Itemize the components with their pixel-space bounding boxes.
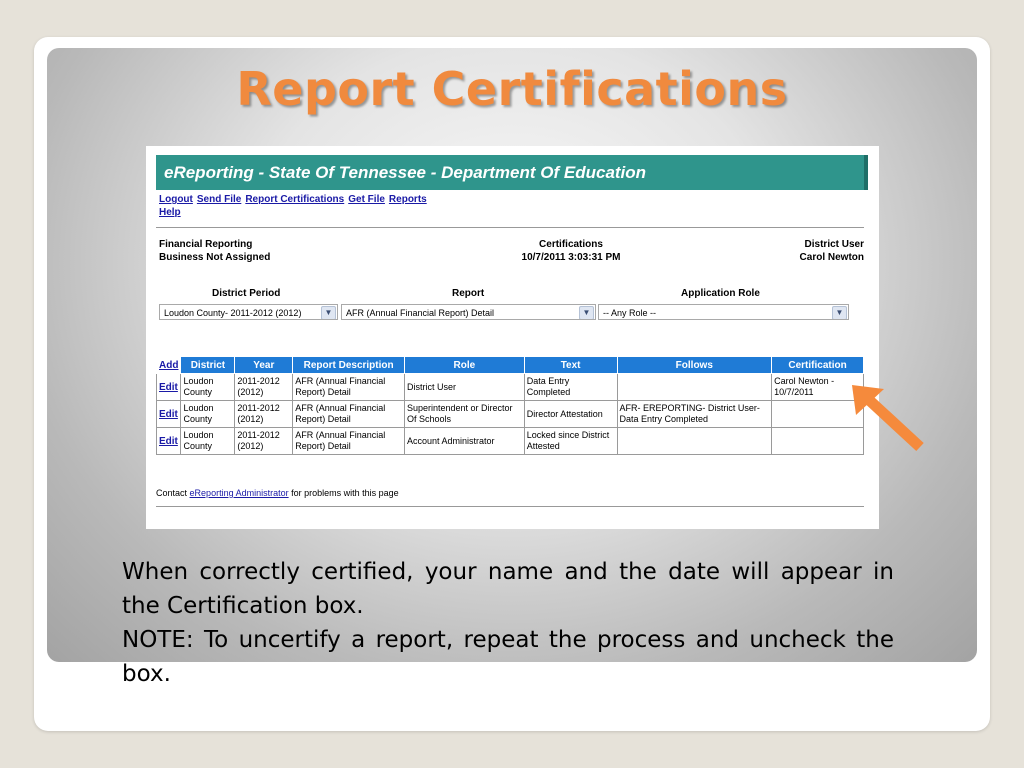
contact-line: Contact eReporting Administrator for pro… bbox=[156, 488, 399, 498]
description-cell: AFR (Annual Financial Report) Detail bbox=[292, 373, 405, 401]
edit-link[interactable]: Edit bbox=[159, 409, 178, 420]
district-period-select[interactable]: Loudon County- 2011-2012 (2012) ▼ bbox=[159, 304, 338, 320]
district-period-value: Loudon County- 2011-2012 (2012) bbox=[164, 308, 302, 318]
add-cell: Add bbox=[155, 356, 182, 374]
slide-title: Report Certifications bbox=[236, 62, 788, 116]
report-label: Report bbox=[452, 288, 485, 299]
ereporting-admin-link[interactable]: eReporting Administrator bbox=[190, 488, 289, 498]
text-cell: Locked since District Attested bbox=[523, 427, 618, 455]
district-cell: Loudon County bbox=[180, 427, 236, 455]
certifications-table: Add District Year Report Description Rol… bbox=[155, 356, 864, 455]
nav-logout[interactable]: Logout bbox=[159, 194, 193, 205]
col-header-follows: Follows bbox=[616, 356, 773, 374]
district-cell: Loudon County bbox=[180, 373, 236, 401]
district-period-label: District Period bbox=[212, 288, 281, 299]
info-right-line1: District User bbox=[804, 239, 864, 250]
info-right: District User Carol Newton bbox=[706, 238, 864, 264]
info-left-line2: Business Not Assigned bbox=[159, 252, 271, 263]
text-cell: Director Attestation bbox=[523, 400, 618, 428]
nav-reports[interactable]: Reports bbox=[389, 194, 427, 205]
edit-link[interactable]: Edit bbox=[159, 436, 178, 447]
nav-send-file[interactable]: Send File bbox=[197, 194, 241, 205]
role-value: -- Any Role -- bbox=[603, 308, 657, 318]
table-header-row: Add District Year Report Description Rol… bbox=[155, 356, 864, 374]
application-role-select[interactable]: -- Any Role -- ▼ bbox=[598, 304, 849, 320]
info-center-line1: Certifications bbox=[539, 239, 603, 250]
info-right-line2: Carol Newton bbox=[799, 252, 864, 263]
year-cell: 2011-2012 (2012) bbox=[234, 400, 294, 428]
district-cell: Loudon County bbox=[180, 400, 236, 428]
follows-cell: AFR- EREPORTING- District User- Data Ent… bbox=[616, 400, 773, 428]
divider bbox=[156, 506, 864, 507]
nav-report-certifications[interactable]: Report Certifications bbox=[245, 194, 344, 205]
year-cell: 2011-2012 (2012) bbox=[234, 373, 294, 401]
col-header-year: Year bbox=[234, 356, 294, 374]
info-center-line2: 10/7/2011 3:03:31 PM bbox=[521, 252, 621, 263]
report-value: AFR (Annual Financial Report) Detail bbox=[346, 308, 495, 318]
col-header-report-description: Report Description bbox=[292, 356, 405, 374]
table-row: Edit Loudon County 2011-2012 (2012) AFR … bbox=[155, 427, 864, 455]
edit-link[interactable]: Edit bbox=[159, 382, 178, 393]
text-cell: Data Entry Completed bbox=[523, 373, 618, 401]
description-cell: AFR (Annual Financial Report) Detail bbox=[292, 400, 405, 428]
app-screenshot: eReporting - State Of Tennessee - Depart… bbox=[146, 146, 879, 529]
note-line-2: NOTE: To uncertify a report, repeat the … bbox=[122, 627, 894, 687]
slide-note: When correctly certified, your name and … bbox=[122, 555, 894, 691]
report-select[interactable]: AFR (Annual Financial Report) Detail ▼ bbox=[341, 304, 596, 320]
nav-links: Logout Send File Report Certifications Get … bbox=[159, 193, 431, 219]
edit-cell: Edit bbox=[155, 400, 182, 428]
edit-cell: Edit bbox=[155, 373, 182, 401]
chevron-down-icon[interactable]: ▼ bbox=[321, 306, 336, 319]
info-left-line1: Financial Reporting bbox=[159, 239, 253, 250]
col-header-role: Role bbox=[403, 356, 525, 374]
arrow-shaft bbox=[864, 394, 924, 452]
follows-cell bbox=[616, 373, 773, 401]
nav-get-file[interactable]: Get File bbox=[348, 194, 385, 205]
edit-cell: Edit bbox=[155, 427, 182, 455]
role-cell: District User bbox=[403, 373, 525, 401]
nav-help[interactable]: Help bbox=[159, 207, 181, 218]
role-cell: Superintendent or Director Of Schools bbox=[403, 400, 525, 428]
col-header-certification: Certification bbox=[771, 356, 864, 374]
contact-suffix: for problems with this page bbox=[291, 488, 399, 498]
application-role-label: Application Role bbox=[681, 288, 760, 299]
description-cell: AFR (Annual Financial Report) Detail bbox=[292, 427, 405, 455]
table-row: Edit Loudon County 2011-2012 (2012) AFR … bbox=[155, 373, 864, 401]
role-cell: Account Administrator bbox=[403, 427, 525, 455]
info-left: Financial Reporting Business Not Assigne… bbox=[159, 238, 270, 264]
chevron-down-icon[interactable]: ▼ bbox=[832, 306, 847, 319]
follows-cell bbox=[616, 427, 773, 455]
divider bbox=[156, 227, 864, 228]
note-line-1: When correctly certified, your name and … bbox=[122, 559, 894, 619]
contact-prefix: Contact bbox=[156, 488, 188, 498]
col-header-text: Text bbox=[523, 356, 618, 374]
table-row: Edit Loudon County 2011-2012 (2012) AFR … bbox=[155, 400, 864, 428]
add-link[interactable]: Add bbox=[159, 360, 178, 371]
app-banner: eReporting - State Of Tennessee - Depart… bbox=[156, 155, 864, 190]
pointer-arrow-icon bbox=[852, 385, 924, 452]
banner-edge bbox=[864, 155, 868, 190]
chevron-down-icon[interactable]: ▼ bbox=[579, 306, 594, 319]
info-center: Certifications 10/7/2011 3:03:31 PM bbox=[506, 238, 636, 264]
year-cell: 2011-2012 (2012) bbox=[234, 427, 294, 455]
col-header-district: District bbox=[180, 356, 236, 374]
